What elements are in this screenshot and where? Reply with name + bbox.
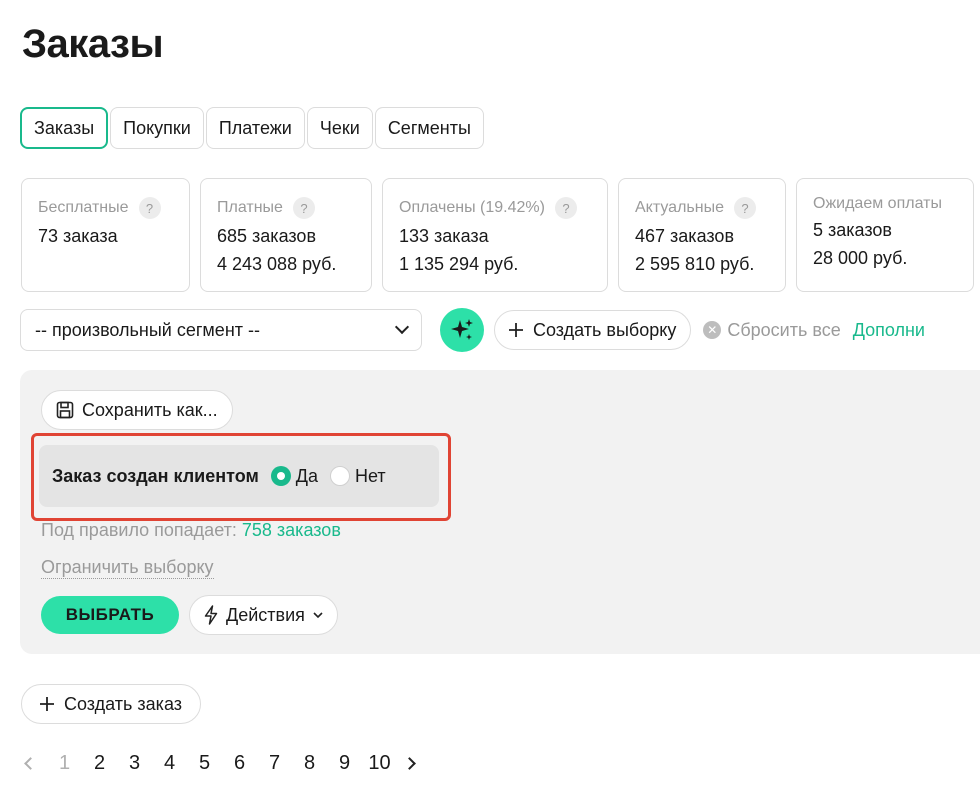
rule-label: Заказ создан клиентом <box>52 465 259 486</box>
stat-count: 133 заказа <box>399 226 489 246</box>
segment-select-value: -- произвольный сегмент -- <box>35 319 260 340</box>
stat-card-paid[interactable]: Платные? 685 заказов 4 243 088 руб. <box>200 178 372 292</box>
tab-segments[interactable]: Сегменты <box>374 107 484 149</box>
filter-bar: -- произвольный сегмент -- Создать выбор… <box>20 308 925 352</box>
page-number[interactable]: 8 <box>292 752 327 775</box>
pagination: 1 2 3 4 5 6 7 8 9 10 <box>23 752 416 775</box>
radio-option-no[interactable]: Нет <box>329 465 386 487</box>
stat-label: Оплачены (19.42%) <box>399 199 545 216</box>
create-selection-button[interactable]: Создать выборку <box>494 310 692 350</box>
stat-count: 467 заказов <box>635 226 734 246</box>
page-number-current: 1 <box>58 752 71 774</box>
actions-label: Действия <box>226 604 305 625</box>
prev-page-button[interactable] <box>23 757 37 770</box>
ai-magic-button[interactable] <box>440 308 484 352</box>
segment-select[interactable]: -- произвольный сегмент -- <box>20 309 422 351</box>
chevron-right-icon <box>402 757 416 770</box>
stat-amount: 2 595 810 руб. <box>635 254 755 274</box>
page-number[interactable]: 2 <box>82 752 117 775</box>
stat-amount: 28 000 руб. <box>813 248 908 268</box>
radio-no-label: Нет <box>354 465 386 486</box>
rule-condition: Заказ создан клиентом Да Нет <box>39 445 439 507</box>
more-filters-link[interactable]: Дополни <box>853 320 925 341</box>
reset-all-button[interactable]: ✕ Сбросить все <box>703 319 841 341</box>
count-value-link[interactable]: 758 заказов <box>242 520 341 540</box>
filter-panel: Сохранить как... Заказ создан клиентом Д… <box>20 370 980 654</box>
create-order-button[interactable]: Создать заказ <box>21 684 202 724</box>
help-icon[interactable]: ? <box>554 197 577 219</box>
create-selection-label: Создать выборку <box>533 319 677 340</box>
stat-card-actual[interactable]: Актуальные? 467 заказов 2 595 810 руб. <box>618 178 786 292</box>
radio-option-yes[interactable]: Да <box>270 465 318 487</box>
choose-button[interactable]: ВЫБРАТЬ <box>41 596 179 634</box>
stat-label: Актуальные <box>635 199 724 216</box>
save-as-button[interactable]: Сохранить как... <box>41 390 233 430</box>
stat-count: 685 заказов <box>217 226 316 246</box>
page-number[interactable]: 7 <box>257 752 292 775</box>
actions-dropdown-button[interactable]: Действия <box>189 595 338 635</box>
stat-count: 73 заказа <box>38 226 118 246</box>
tabs-bar: Заказы Покупки Платежи Чеки Сегменты <box>20 107 484 149</box>
chevron-left-icon <box>23 757 37 770</box>
stat-card-awaiting[interactable]: Ожидаем оплаты 5 заказов 28 000 руб. <box>796 178 974 292</box>
stat-count: 5 заказов <box>813 220 892 240</box>
chevron-down-icon <box>394 319 410 335</box>
page-number[interactable]: 9 <box>327 752 362 775</box>
page-number[interactable]: 10 <box>362 752 397 775</box>
page-number[interactable]: 6 <box>222 752 257 775</box>
stat-card-free[interactable]: Бесплатные? 73 заказа <box>21 178 190 292</box>
help-icon[interactable]: ? <box>138 197 161 219</box>
page-number[interactable]: 4 <box>152 752 187 775</box>
count-prefix: Под правило попадает: <box>41 520 237 540</box>
stats-cards: Бесплатные? 73 заказа Платные? 685 заказ… <box>21 178 974 292</box>
close-icon: ✕ <box>703 321 722 339</box>
plus-icon <box>40 697 54 711</box>
plus-icon <box>509 323 523 337</box>
rule-match-count: Под правило попадает: 758 заказов <box>41 520 341 541</box>
radio-yes-label: Да <box>295 465 318 486</box>
page-number[interactable]: 3 <box>117 752 152 775</box>
floppy-disk-icon <box>56 401 74 419</box>
chevron-down-icon <box>313 611 323 618</box>
limit-selection-link[interactable]: Ограничить выборку <box>41 556 214 579</box>
stat-label: Платные <box>217 199 283 216</box>
stat-amount: 1 135 294 руб. <box>399 254 519 274</box>
stat-label: Ожидаем оплаты <box>813 195 942 212</box>
sparkles-icon <box>451 319 473 340</box>
next-page-button[interactable] <box>402 757 416 770</box>
lightning-icon <box>204 605 218 625</box>
reset-all-label: Сбросить все <box>727 319 841 340</box>
stat-card-settled[interactable]: Оплачены (19.42%)? 133 заказа 1 135 294 … <box>382 178 608 292</box>
page-title: Заказы <box>22 22 164 66</box>
tab-orders[interactable]: Заказы <box>20 107 109 149</box>
help-icon[interactable]: ? <box>733 197 756 219</box>
stat-label: Бесплатные <box>38 199 129 216</box>
page-number[interactable]: 5 <box>187 752 222 775</box>
radio-unchecked[interactable] <box>329 466 350 486</box>
tab-payments[interactable]: Платежи <box>205 107 305 149</box>
help-icon[interactable]: ? <box>292 197 315 219</box>
save-as-label: Сохранить как... <box>82 399 218 420</box>
radio-checked[interactable] <box>270 466 291 486</box>
tab-purchases[interactable]: Покупки <box>110 107 204 149</box>
stat-amount: 4 243 088 руб. <box>217 254 337 274</box>
tab-receipts[interactable]: Чеки <box>306 107 373 149</box>
create-order-label: Создать заказ <box>64 693 183 714</box>
